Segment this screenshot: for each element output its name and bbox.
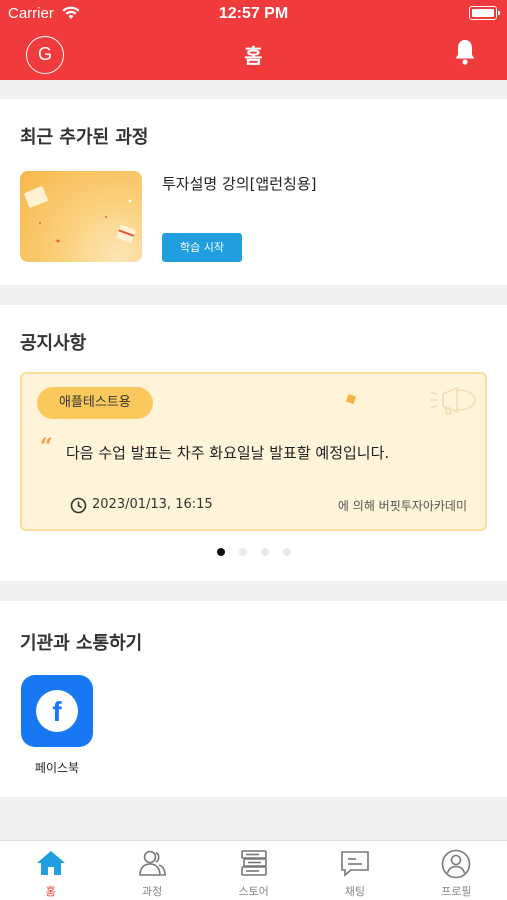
start-learning-button[interactable]: 학습 시작	[162, 233, 242, 262]
battery-icon	[469, 6, 500, 20]
gift-illustration-icon	[24, 186, 136, 244]
section-title-notice: 공지사항	[20, 333, 87, 354]
sparkle-icon	[345, 393, 357, 405]
facebook-icon: f	[36, 690, 78, 732]
facebook-label[interactable]: 페이스북	[21, 759, 93, 776]
page-dot-2[interactable]	[238, 548, 247, 556]
notice-date: 2023/01/13, 16:15	[92, 497, 213, 512]
course-title[interactable]: 투자설명 강의[앱런칭용]	[162, 173, 316, 194]
notice-slide[interactable]: 애플테스트용 “ 다음 수업 발표는 차주 화요일날 발표할 예정입니다. 20…	[20, 372, 487, 531]
tab-store[interactable]: 스토어	[203, 841, 304, 900]
tab-courses[interactable]: 과정	[101, 841, 202, 900]
profile-icon	[442, 849, 471, 879]
tab-bar: 홈 과정 스토어 채팅 프로필	[0, 840, 507, 900]
communicate-card: 기관과 소통하기 f 페이스북	[0, 601, 507, 797]
bell-icon[interactable]	[453, 38, 477, 66]
status-bar: Carrier 12:57 PM	[0, 0, 507, 28]
page-indicator[interactable]	[0, 548, 507, 556]
notice-text: 다음 수업 발표는 차주 화요일날 발표할 예정입니다.	[66, 444, 390, 462]
tab-label-profile: 프로필	[441, 885, 472, 898]
tab-home[interactable]: 홈	[0, 841, 101, 900]
recent-courses-card: 최근 추가된 과정 투자설명 강의[앱런칭용] 학습 시작	[0, 99, 507, 285]
tab-chat[interactable]: 채팅	[304, 841, 405, 900]
app-header: G 홈	[0, 28, 507, 80]
facebook-button[interactable]: f	[21, 675, 93, 747]
page-dot-3[interactable]	[260, 548, 269, 556]
course-thumbnail[interactable]	[20, 171, 142, 262]
notice-author: 에 의해 버핏투자아카데미	[337, 499, 467, 513]
page-dot-4[interactable]	[282, 548, 291, 556]
clock-icon	[70, 497, 87, 514]
quote-icon: “	[40, 434, 53, 460]
books-icon	[240, 850, 267, 876]
chat-icon	[341, 851, 369, 877]
status-time: 12:57 PM	[218, 5, 289, 22]
section-title-recent: 최근 추가된 과정	[20, 127, 149, 148]
section-title-communicate: 기관과 소통하기	[20, 633, 143, 654]
tab-profile[interactable]: 프로필	[406, 841, 507, 900]
tab-label-courses: 과정	[141, 885, 163, 898]
megaphone-icon	[430, 386, 476, 415]
page-dot-1[interactable]	[216, 548, 225, 556]
home-icon	[36, 851, 65, 875]
tab-label-home: 홈	[45, 885, 56, 898]
people-icon	[139, 850, 166, 876]
tab-label-store: 스토어	[238, 885, 269, 898]
notice-tag: 애플테스트용	[37, 387, 153, 419]
page-title: 홈	[244, 44, 263, 68]
notice-card: 공지사항 애플테스트용 “ 다음 수업 발표는 차주 화요일날 발표할 예정입니…	[0, 305, 507, 581]
tab-label-chat: 채팅	[344, 885, 366, 898]
